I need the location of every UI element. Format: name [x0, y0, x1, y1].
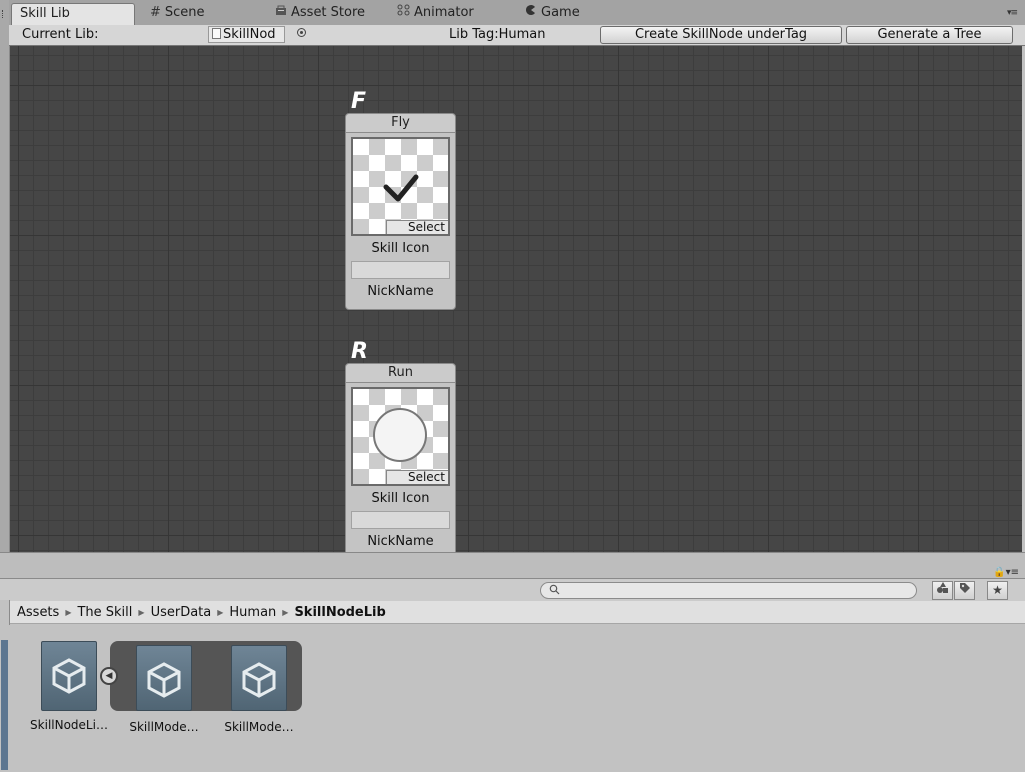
tab-label: Scene: [164, 5, 205, 20]
asset-name: SkillMode…: [224, 720, 294, 734]
skill-lib-toolbar: Current Lib: SkillNod Lib Tag:Human Crea…: [9, 25, 1025, 46]
asset-name: SkillNodeLi…: [30, 718, 108, 732]
drag-handle-icon: [2, 10, 6, 18]
chevron-right-icon: ▶: [217, 608, 224, 617]
collapse-arrow-icon[interactable]: ◀: [100, 667, 118, 685]
project-toolbar: ★: [0, 578, 1025, 603]
filter-by-label-icon[interactable]: [954, 581, 975, 600]
store-icon: [275, 3, 287, 23]
nickname-input[interactable]: [351, 261, 450, 279]
lib-tag-label: Lib Tag:Human: [449, 27, 546, 42]
nickname-label: NickName: [367, 284, 434, 299]
tab-animator[interactable]: Animator: [389, 3, 482, 25]
node-graph-canvas[interactable]: F Fly Select Skill Icon NickName R Run S…: [10, 46, 1022, 552]
asset-thumbnail: [136, 645, 192, 711]
asset-grid: SkillNodeLi… ◀ SkillMode… SkillMode…: [9, 625, 1025, 772]
select-icon-button[interactable]: Select: [386, 470, 448, 484]
breadcrumb: Assets ▶ The Skill ▶ UserData ▶ Human ▶ SkillNod…: [9, 601, 1025, 624]
skill-icon-label: Skill Icon: [371, 491, 430, 506]
current-lib-object-field[interactable]: SkillNod: [208, 26, 285, 43]
skill-icon-slot[interactable]: Select: [351, 387, 450, 486]
node-title: Run: [346, 364, 455, 383]
document-icon: [212, 28, 221, 39]
breadcrumb-item[interactable]: Human: [229, 601, 276, 625]
tab-label: Game: [541, 5, 580, 20]
tab-asset-store[interactable]: Asset Store: [267, 3, 373, 25]
tab-menu-icon[interactable]: ▾≡: [1007, 8, 1018, 18]
scrollbar[interactable]: [1, 640, 8, 770]
search-icon: [549, 584, 560, 598]
filter-by-type-icon[interactable]: [932, 581, 953, 600]
lock-icon[interactable]: 🔒▾≡: [993, 567, 1019, 578]
node-letter: F: [351, 89, 367, 114]
current-lib-label: Current Lib:: [22, 27, 99, 42]
breadcrumb-item[interactable]: Assets: [17, 601, 59, 625]
breadcrumb-current[interactable]: SkillNodeLib: [294, 601, 385, 625]
scene-grid-icon: #: [150, 5, 161, 20]
asset-thumbnail: [231, 645, 287, 711]
node-letter: R: [351, 339, 368, 364]
tab-game[interactable]: Game: [517, 3, 588, 25]
current-lib-value: SkillNod: [223, 27, 276, 42]
asset-item[interactable]: SkillMode…: [124, 641, 204, 734]
breadcrumb-item[interactable]: The Skill: [77, 601, 132, 625]
select-icon-button[interactable]: Select: [386, 220, 448, 234]
tab-label: Skill Lib: [20, 6, 70, 21]
create-skillnode-button[interactable]: Create SkillNode underTag: [600, 26, 842, 44]
skill-node-fly[interactable]: Fly Select Skill Icon NickName: [345, 113, 456, 310]
generate-tree-button[interactable]: Generate a Tree: [846, 26, 1013, 44]
game-icon: [525, 3, 537, 23]
breadcrumb-item[interactable]: UserData: [151, 601, 212, 625]
asset-thumbnail: [41, 641, 97, 711]
editor-tab-bar: Skill Lib # Scene Asset Store Animator Ga…: [9, 0, 1025, 26]
search-input[interactable]: [540, 582, 917, 599]
asset-name: SkillMode…: [129, 720, 199, 734]
skill-icon-slot[interactable]: Select: [351, 137, 450, 236]
nickname-label: NickName: [367, 534, 434, 549]
tab-scene[interactable]: # Scene: [142, 3, 213, 25]
object-picker-icon[interactable]: [297, 28, 306, 37]
chevron-right-icon: ▶: [65, 608, 72, 617]
asset-item[interactable]: SkillNodeLi…: [29, 641, 109, 732]
unity-logo-icon: [242, 662, 276, 698]
tab-label: Animator: [414, 5, 474, 20]
tab-skill-lib[interactable]: Skill Lib: [11, 3, 135, 25]
animator-icon: [397, 3, 410, 23]
skill-icon-label: Skill Icon: [371, 241, 430, 256]
skill-node-run[interactable]: Run Select Skill Icon NickName: [345, 363, 456, 552]
unity-logo-icon: [52, 658, 86, 694]
panel-divider[interactable]: 🔒▾≡: [0, 552, 1025, 579]
chevron-right-icon: ▶: [282, 608, 289, 617]
favorite-star-icon[interactable]: ★: [987, 581, 1008, 600]
chevron-right-icon: ▶: [138, 608, 145, 617]
asset-item[interactable]: SkillMode…: [219, 641, 299, 734]
tab-label: Asset Store: [291, 5, 366, 20]
node-title: Fly: [346, 114, 455, 133]
left-edge-strip: [0, 0, 10, 552]
nickname-input[interactable]: [351, 511, 450, 529]
unity-logo-icon: [147, 662, 181, 698]
